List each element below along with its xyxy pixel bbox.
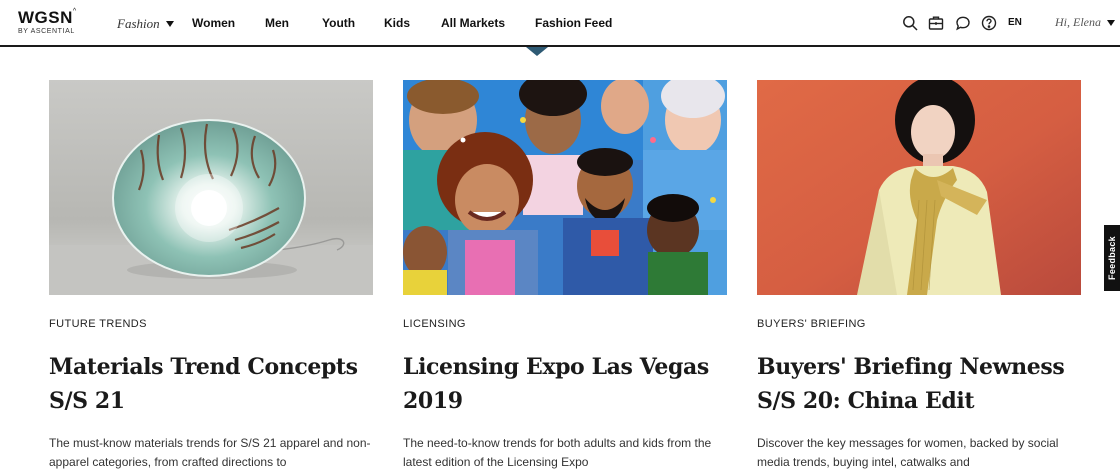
brand-sub: BY ASCENTIAL bbox=[18, 28, 75, 35]
help-icon[interactable] bbox=[981, 15, 997, 31]
brand-mark: ^ bbox=[72, 8, 77, 15]
section-dropdown-label: Fashion bbox=[117, 16, 160, 31]
nav-item-men[interactable]: Men bbox=[265, 16, 289, 30]
card-description: The must-know materials trends for S/S 2… bbox=[49, 436, 371, 469]
card-description: Discover the key messages for women, bac… bbox=[757, 436, 1059, 469]
card-image-glass-bowl-lamp[interactable] bbox=[49, 80, 373, 295]
user-greeting: Hi, Elena bbox=[1055, 15, 1101, 29]
card-title[interactable]: Buyers' Briefing Newness S/S 20: China E… bbox=[757, 350, 1081, 418]
nav-item-youth[interactable]: Youth bbox=[322, 16, 355, 30]
top-navigation: WGSN^ BY ASCENTIAL Fashion Women Men You… bbox=[0, 0, 1120, 47]
active-section-indicator bbox=[526, 47, 548, 56]
article-card: LICENSING Licensing Expo Las Vegas 2019 … bbox=[403, 80, 727, 469]
chat-icon[interactable] bbox=[955, 15, 971, 31]
card-image-model-portrait[interactable] bbox=[757, 80, 1081, 295]
article-card: BUYERS' BRIEFING Buyers' Briefing Newnes… bbox=[757, 80, 1081, 469]
chevron-down-icon bbox=[165, 21, 174, 27]
nav-item-fashion-feed[interactable]: Fashion Feed bbox=[535, 16, 612, 30]
feedback-tab[interactable]: Feedback bbox=[1104, 225, 1120, 291]
card-category-tag[interactable]: BUYERS' BRIEFING bbox=[757, 318, 866, 330]
card-image-group-of-people[interactable] bbox=[403, 80, 727, 295]
nav-item-kids[interactable]: Kids bbox=[384, 16, 410, 30]
card-category-tag[interactable]: FUTURE TRENDS bbox=[49, 318, 147, 330]
wgsn-logo[interactable]: WGSN^ BY ASCENTIAL bbox=[18, 8, 77, 35]
language-selector[interactable]: EN bbox=[1008, 17, 1022, 28]
briefcase-icon[interactable] bbox=[928, 15, 944, 31]
section-dropdown[interactable]: Fashion bbox=[117, 15, 174, 33]
feedback-label: Feedback bbox=[1107, 236, 1118, 280]
card-description: The need-to-know trends for both adults … bbox=[403, 436, 712, 469]
search-icon[interactable] bbox=[902, 15, 918, 31]
brand-name: WGSN bbox=[18, 8, 73, 27]
user-menu[interactable]: Hi, Elena bbox=[1055, 15, 1115, 30]
nav-item-all-markets[interactable]: All Markets bbox=[441, 16, 505, 30]
card-category-tag[interactable]: LICENSING bbox=[403, 318, 466, 330]
card-title[interactable]: Materials Trend Concepts S/S 21 bbox=[49, 350, 373, 418]
card-title[interactable]: Licensing Expo Las Vegas 2019 bbox=[403, 350, 727, 418]
nav-item-women[interactable]: Women bbox=[192, 16, 235, 30]
article-card: FUTURE TRENDS Materials Trend Concepts S… bbox=[49, 80, 373, 469]
chevron-down-icon bbox=[1107, 19, 1115, 26]
